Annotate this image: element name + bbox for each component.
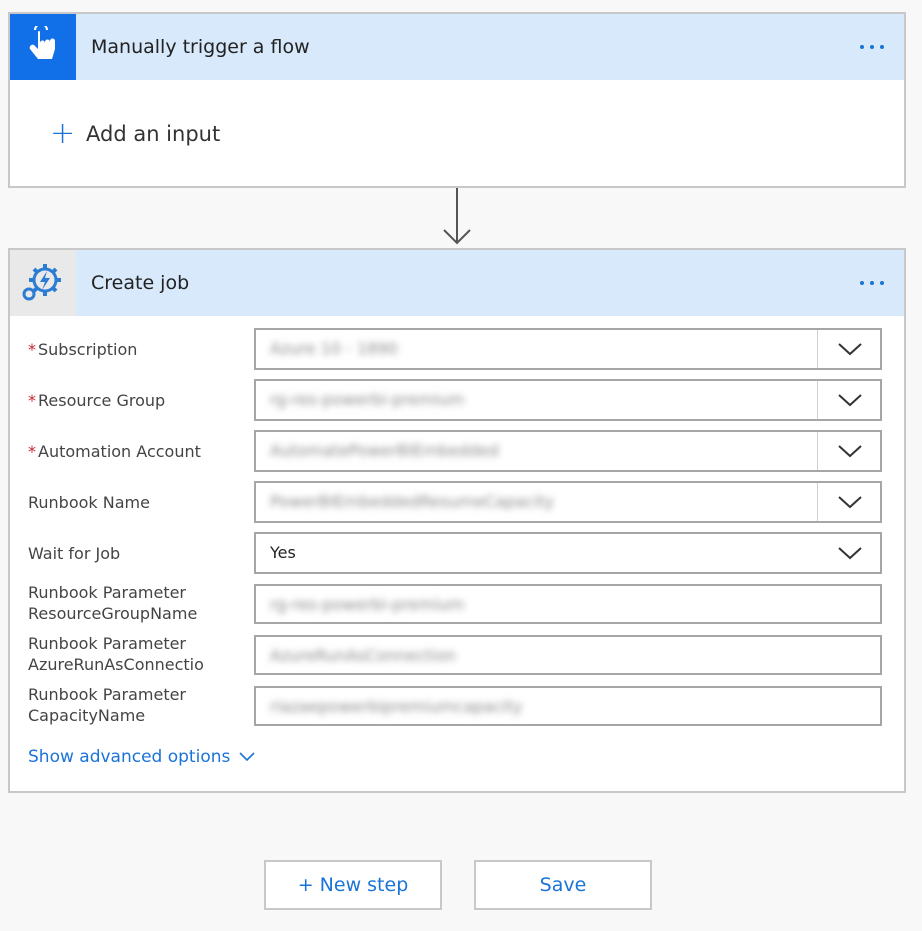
runbook-name-value: PowerBIEmbeddedResumeCapacity — [270, 492, 555, 511]
chevron-down-icon — [239, 752, 255, 762]
resource-group-label: * Resource Group — [28, 390, 166, 410]
chevron-down-icon[interactable] — [836, 391, 864, 409]
create-job-title: Create job — [91, 272, 190, 294]
wait-for-job-dropdown[interactable]: Yes — [254, 532, 882, 574]
param-runas-connection-row: Runbook Parameter AzureRunAsConnectio Az… — [28, 634, 882, 677]
param-resource-group-input[interactable]: rg-res-powerbi-premium — [254, 584, 882, 624]
param-runas-connection-label: Runbook Parameter AzureRunAsConnectio — [28, 634, 204, 674]
chevron-down-icon[interactable] — [836, 442, 864, 460]
wait-for-job-row: Wait for Job Yes — [28, 532, 882, 574]
subscription-row: * Subscription Azure 10 - 1890 — [28, 328, 882, 370]
param-runas-connection-value: AzureRunAsConnection — [270, 646, 457, 665]
subscription-label: * Subscription — [28, 339, 138, 359]
subscription-value: Azure 10 - 1890 — [270, 339, 398, 358]
new-step-button[interactable]: + New step — [264, 860, 442, 910]
more-options-icon[interactable] — [854, 34, 890, 60]
automation-account-label: * Automation Account — [28, 441, 201, 461]
automation-account-value: AutomatePowerBIEmbedded — [270, 441, 499, 460]
chevron-down-icon[interactable] — [836, 544, 864, 562]
automation-account-dropdown[interactable]: AutomatePowerBIEmbedded — [254, 430, 882, 472]
automation-gear-bolt-icon — [10, 250, 76, 316]
param-capacity-name-label: Runbook Parameter CapacityName — [28, 685, 187, 725]
show-advanced-options-link[interactable]: Show advanced options — [28, 744, 256, 770]
wait-for-job-value: Yes — [270, 543, 296, 562]
trigger-card: Manually trigger a flow + Add an input — [8, 12, 906, 188]
wait-for-job-label: Wait for Job — [28, 543, 121, 563]
touch-hand-icon — [10, 14, 76, 80]
flow-arrow-icon — [443, 188, 471, 245]
runbook-name-dropdown[interactable]: PowerBIEmbeddedResumeCapacity — [254, 481, 882, 523]
show-advanced-options-label: Show advanced options — [28, 747, 231, 767]
param-resource-group-label: Runbook Parameter ResourceGroupName — [28, 583, 198, 623]
resource-group-value: rg-res-powerbi-premium — [270, 390, 465, 409]
chevron-down-icon[interactable] — [836, 340, 864, 358]
save-button[interactable]: Save — [474, 860, 652, 910]
more-options-icon[interactable] — [854, 270, 890, 296]
param-runas-connection-input[interactable]: AzureRunAsConnection — [254, 635, 882, 675]
runbook-name-label: Runbook Name — [28, 492, 150, 512]
add-input-button[interactable]: + Add an input — [50, 116, 220, 152]
subscription-dropdown[interactable]: Azure 10 - 1890 — [254, 328, 882, 370]
param-resource-group-value: rg-res-powerbi-premium — [270, 595, 465, 614]
param-capacity-name-value: riazaepowerbipremiumcapacity — [270, 697, 523, 716]
trigger-card-header[interactable]: Manually trigger a flow — [10, 14, 904, 80]
plus-icon: + — [50, 116, 76, 151]
chevron-down-icon[interactable] — [836, 493, 864, 511]
runbook-name-row: Runbook Name PowerBIEmbeddedResumeCapaci… — [28, 481, 882, 523]
param-resource-group-row: Runbook Parameter ResourceGroupName rg-r… — [28, 583, 882, 626]
create-job-card: Create job * Subscription Azure 10 - 1890… — [8, 248, 906, 793]
param-capacity-name-row: Runbook Parameter CapacityName riazaepow… — [28, 685, 882, 728]
resource-group-row: * Resource Group rg-res-powerbi-premium — [28, 379, 882, 421]
add-input-label: Add an input — [86, 122, 221, 146]
automation-account-row: * Automation Account AutomatePowerBIEmbed… — [28, 430, 882, 472]
resource-group-dropdown[interactable]: rg-res-powerbi-premium — [254, 379, 882, 421]
param-capacity-name-input[interactable]: riazaepowerbipremiumcapacity — [254, 686, 882, 726]
create-job-header[interactable]: Create job — [10, 250, 904, 316]
trigger-title: Manually trigger a flow — [91, 36, 310, 58]
